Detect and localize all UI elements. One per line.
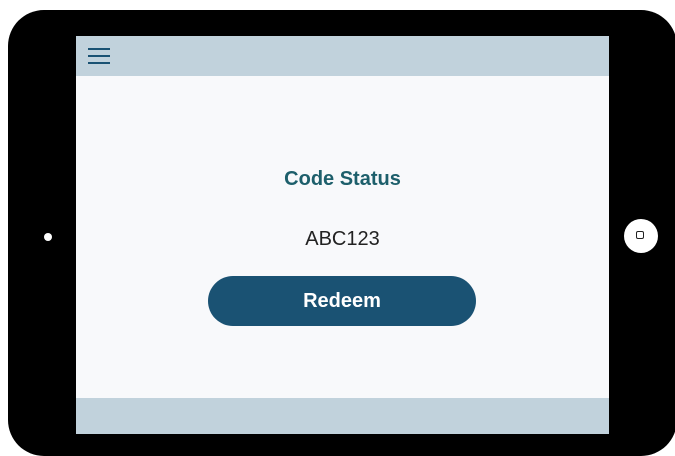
tablet-frame: Code Status ABC123 Redeem xyxy=(8,10,675,456)
main-content: Code Status ABC123 Redeem xyxy=(76,76,609,398)
front-camera xyxy=(44,233,52,241)
app-screen: Code Status ABC123 Redeem xyxy=(76,36,609,434)
app-footer xyxy=(76,398,609,434)
page-title: Code Status xyxy=(284,168,401,190)
app-header xyxy=(76,36,609,76)
home-button[interactable] xyxy=(624,219,658,253)
home-square-icon xyxy=(636,231,644,239)
redeem-button[interactable]: Redeem xyxy=(208,276,476,326)
hamburger-menu-icon[interactable] xyxy=(88,47,110,65)
code-value: ABC123 xyxy=(305,228,380,250)
